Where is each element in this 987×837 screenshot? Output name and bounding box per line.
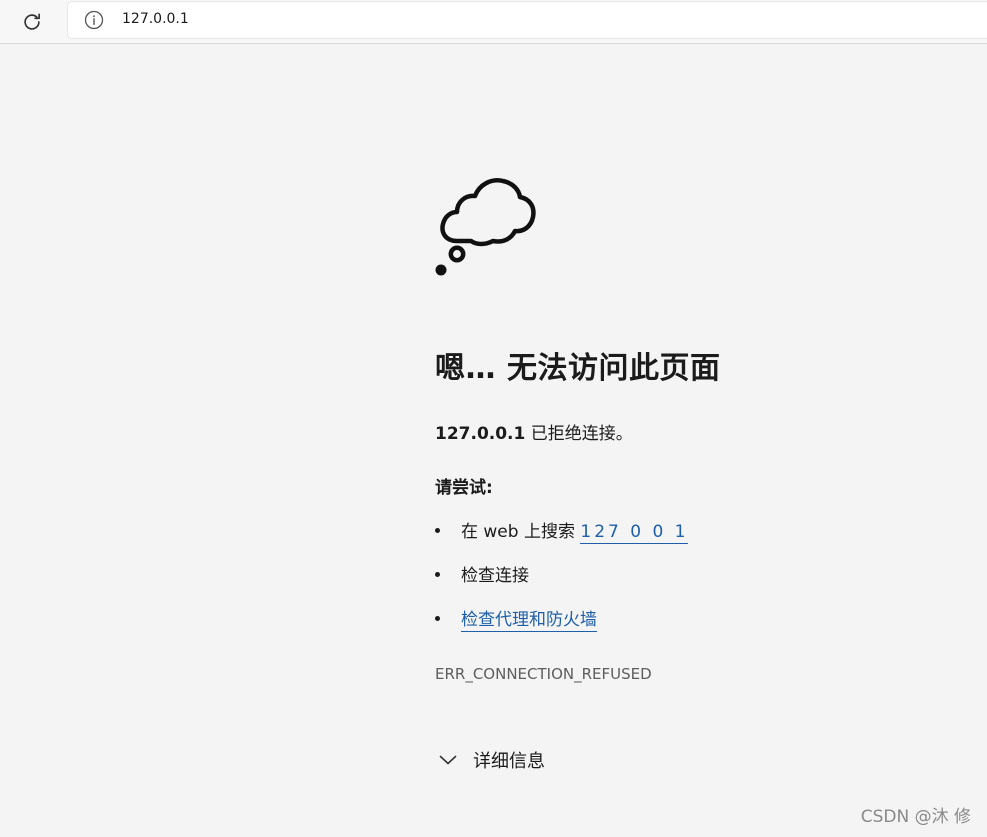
suggestion-list: 在 web 上搜索 127 0 0 1 检查连接 检查代理和防火墙 (435, 517, 855, 649)
list-item: 在 web 上搜索 127 0 0 1 (435, 517, 855, 561)
url-text[interactable]: 127.0.0.1 (122, 11, 189, 27)
chevron-down-icon (439, 755, 457, 765)
search-prefix: 在 web 上搜索 (461, 522, 581, 542)
list-item: 检查代理和防火墙 (435, 605, 855, 649)
try-heading: 请尝试: (435, 478, 493, 498)
error-code: ERR_CONNECTION_REFUSED (435, 665, 652, 683)
search-suggestion: 在 web 上搜索 127 0 0 1 (461, 517, 689, 544)
refused-text: 已拒绝连接。 (525, 424, 633, 444)
browser-toolbar: 127.0.0.1 (0, 0, 987, 44)
bullet (435, 616, 440, 621)
thought-cloud-icon (435, 178, 536, 276)
reload-icon (24, 13, 40, 30)
list-item: 检查连接 (435, 561, 855, 605)
check-connection-text: 检查连接 (461, 566, 529, 586)
check-proxy-link[interactable]: 检查代理和防火墙 (461, 610, 597, 632)
details-label: 详细信息 (473, 751, 545, 772)
address-bar[interactable]: 127.0.0.1 (68, 2, 987, 38)
host-name: 127.0.0.1 (435, 424, 526, 444)
search-web-link[interactable]: 127 0 0 1 (580, 522, 689, 544)
bullet (435, 528, 440, 533)
refused-message: 127.0.0.1 已拒绝连接。 (435, 419, 633, 444)
info-icon[interactable] (84, 10, 104, 30)
page-title: 嗯… 无法访问此页面 (435, 351, 721, 386)
watermark: CSDN @沐 修 (860, 807, 971, 827)
bullet (435, 572, 440, 577)
reload-button[interactable] (18, 8, 46, 36)
check-proxy-item: 检查代理和防火墙 (461, 605, 597, 632)
details-toggle[interactable]: 详细信息 (439, 747, 545, 773)
